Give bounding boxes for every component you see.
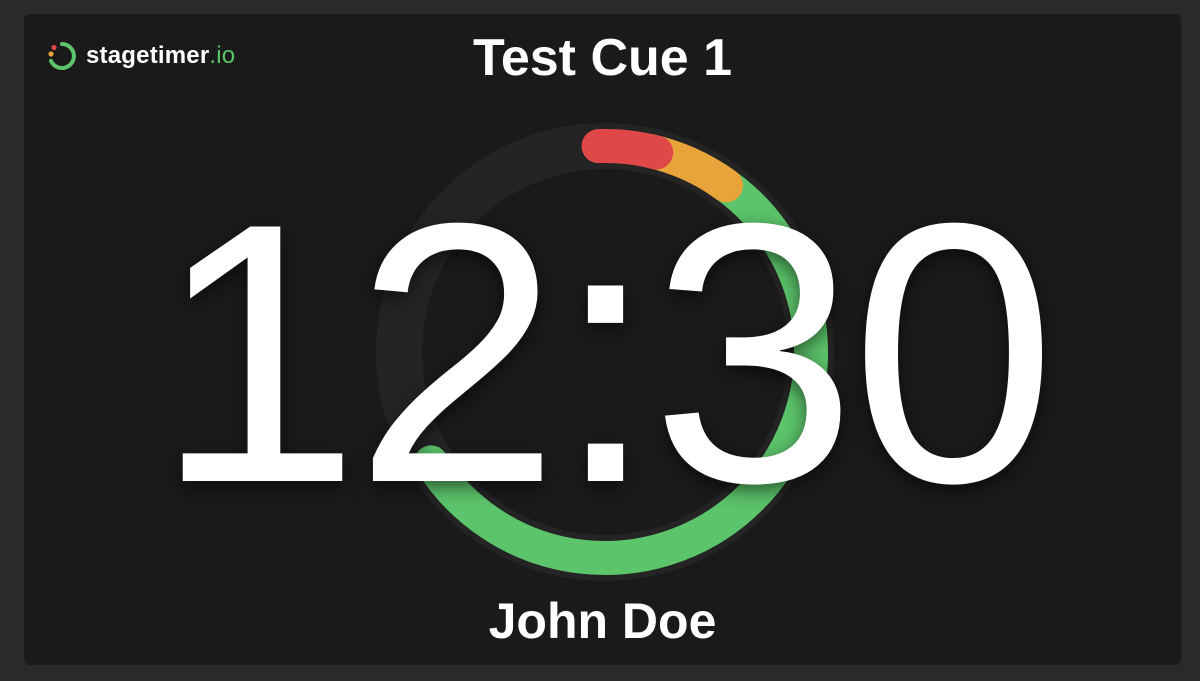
cue-title: Test Cue 1 [472,29,733,87]
timer-display: 12:30 [154,147,1057,560]
speaker-name: John Doe [488,593,717,649]
stage-timer-screen: stagetimer.io Test Cue 1 12:30 John Doe [24,14,1181,665]
